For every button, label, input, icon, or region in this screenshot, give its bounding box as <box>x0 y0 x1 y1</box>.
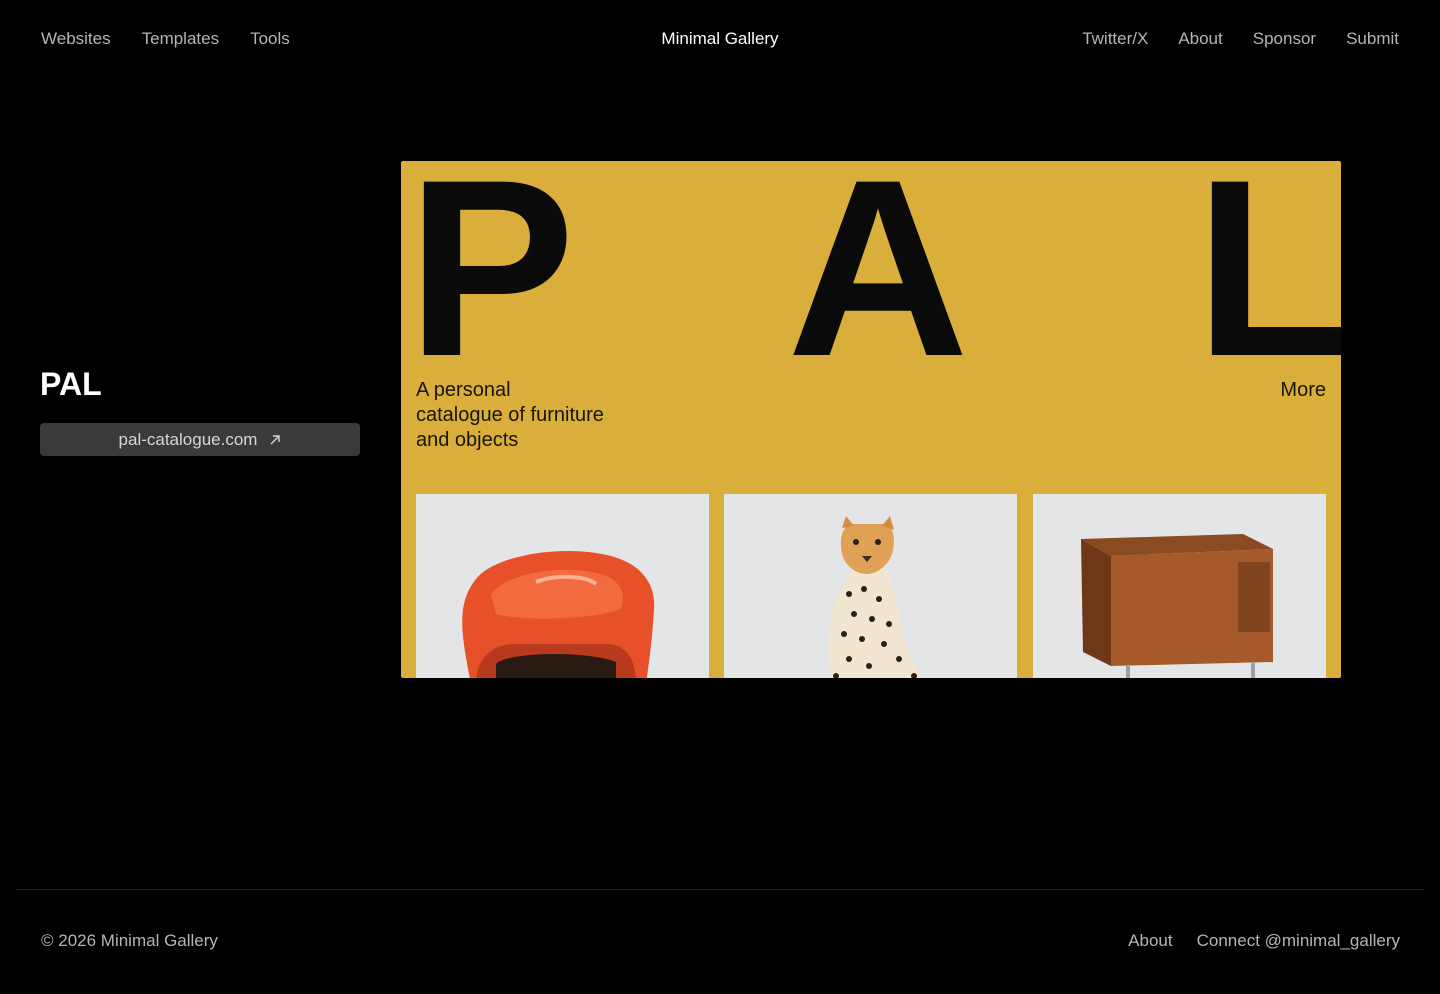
footer-links: About Connect @minimal_gallery <box>1128 931 1400 951</box>
preview-letter-a: A <box>787 161 969 409</box>
secondary-nav: Twitter/X About Sponsor Submit <box>1082 29 1399 49</box>
footer-copyright: © 2026 Minimal Gallery <box>41 931 218 950</box>
preview-letter-p: P <box>407 161 575 409</box>
tagline-line: and objects <box>416 429 519 451</box>
nav-tools[interactable]: Tools <box>250 29 290 49</box>
site-preview-screenshot[interactable]: P A L A personal catalogue of furniture … <box>401 161 1341 678</box>
preview-more-link: More <box>1280 379 1326 401</box>
nav-sponsor[interactable]: Sponsor <box>1253 29 1316 49</box>
wooden-cabinet-image <box>1033 494 1326 678</box>
footer-divider <box>16 889 1424 890</box>
nav-templates[interactable]: Templates <box>142 29 219 49</box>
top-header: Websites Templates Tools Minimal Gallery… <box>0 0 1440 78</box>
primary-nav: Websites Templates Tools <box>41 29 290 49</box>
orange-chair-image <box>416 494 709 678</box>
tagline-line: catalogue of furniture <box>416 404 604 426</box>
external-arrow-icon <box>270 434 281 444</box>
site-title: PAL <box>40 366 102 402</box>
visit-site-label: pal-catalogue.com <box>118 429 258 449</box>
footer-connect-link[interactable]: Connect @minimal_gallery <box>1197 931 1400 951</box>
tagline-line: A personal <box>416 379 511 401</box>
nav-websites[interactable]: Websites <box>41 29 111 49</box>
preview-letter-l: L <box>1195 161 1341 409</box>
nav-submit[interactable]: Submit <box>1346 29 1399 49</box>
cheetah-figurine-image <box>724 494 1017 678</box>
nav-about[interactable]: About <box>1178 29 1222 49</box>
preview-tagline: A personal catalogue of furniture and ob… <box>416 378 656 453</box>
visit-site-button[interactable]: pal-catalogue.com <box>40 423 360 456</box>
nav-twitter[interactable]: Twitter/X <box>1082 29 1148 49</box>
brand-logo-text[interactable]: Minimal Gallery <box>661 29 778 48</box>
footer-about-link[interactable]: About <box>1128 931 1172 951</box>
